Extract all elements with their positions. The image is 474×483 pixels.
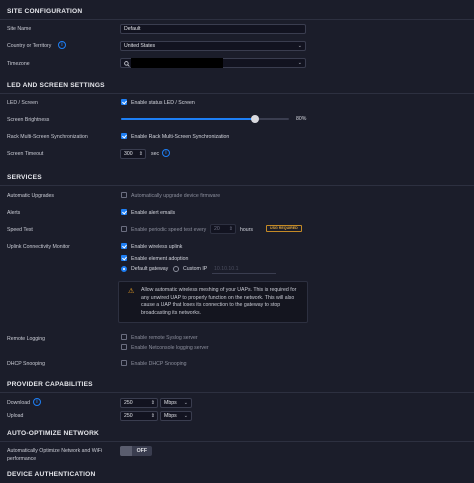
alerts-option-label: Enable alert emails — [131, 210, 176, 216]
stepper-icon[interactable]: ⇕ — [139, 151, 143, 158]
search-icon — [124, 60, 130, 67]
alerts-checkbox[interactable] — [121, 209, 127, 215]
uplink-warning-box: ⚠ Allow automatic wireless meshing of yo… — [118, 281, 308, 323]
automatic-upgrades-checkbox[interactable] — [121, 192, 127, 198]
divider — [0, 93, 474, 94]
screen-timeout-value: 300 — [124, 151, 133, 157]
speed-test-option-label: Enable periodic speed test every — [131, 227, 207, 233]
brightness-value: 80% — [296, 116, 307, 122]
upload-label: Upload — [7, 413, 24, 419]
remote-syslog-option-label: Enable remote Syslog server — [131, 335, 198, 341]
stepper-icon[interactable]: ⇕ — [229, 226, 233, 233]
custom-ip-radio[interactable] — [173, 266, 179, 272]
section-title-led-screen: LED AND SCREEN SETTINGS — [7, 82, 105, 89]
custom-ip-label: Custom IP — [183, 266, 208, 272]
screen-timeout-unit: sec — [151, 151, 160, 157]
led-screen-option-label: Enable status LED / Screen — [131, 100, 195, 106]
uplink-warning-text: Allow automatic wireless meshing of your… — [141, 287, 297, 316]
auto-optimize-label-line2: performance — [7, 456, 37, 462]
redacted-timezone-value — [131, 58, 223, 68]
remote-syslog-checkbox[interactable] — [121, 334, 127, 340]
speed-test-unit: hours — [240, 227, 253, 233]
site-name-value: Default — [124, 26, 141, 32]
download-unit-select[interactable]: Mbps ⌄ — [160, 398, 192, 408]
automatic-upgrades-label: Automatic Upgrades — [7, 193, 54, 199]
upload-unit-select[interactable]: Mbps ⌄ — [160, 411, 192, 421]
stepper-icon[interactable]: ⇕ — [151, 413, 155, 420]
brightness-slider-fill — [121, 118, 256, 120]
usg-required-badge: USG REQUIRED — [266, 225, 302, 232]
screen-timeout-input[interactable]: 300 ⇕ — [120, 149, 146, 159]
download-label: Download — [7, 400, 31, 406]
custom-ip-input[interactable]: 10.10.10.1 — [214, 266, 239, 272]
section-title-auto-optimize: AUTO-OPTIMIZE NETWORK — [7, 430, 99, 437]
wireless-uplink-checkbox[interactable] — [121, 243, 127, 249]
remote-logging-label: Remote Logging — [7, 336, 46, 342]
download-input[interactable]: 250 ⇕ — [120, 398, 158, 408]
toggle-state: OFF — [136, 448, 147, 454]
wireless-uplink-option-label: Enable wireless uplink — [131, 244, 183, 250]
dhcp-snooping-option-label: Enable DHCP Snooping — [131, 361, 187, 367]
toggle-knob — [120, 446, 132, 456]
speed-test-checkbox[interactable] — [121, 226, 127, 232]
chevron-down-icon: ⌄ — [183, 413, 188, 419]
section-title-site-configuration: SITE CONFIGURATION — [7, 8, 83, 15]
rack-sync-option-label: Enable Rack Multi-Screen Synchronization — [131, 134, 230, 140]
stepper-icon[interactable]: ⇕ — [151, 400, 155, 407]
speed-test-label: Speed Test — [7, 227, 33, 233]
section-title-provider-capabilities: PROVIDER CAPABILITIES — [7, 381, 93, 388]
netconsole-checkbox[interactable] — [121, 344, 127, 350]
upload-unit: Mbps — [164, 413, 177, 419]
warning-icon: ⚠ — [128, 288, 135, 295]
uplink-monitor-label: Uplink Connectivity Monitor — [7, 244, 70, 250]
screen-timeout-label: Screen Timeout — [7, 151, 44, 157]
element-adoption-checkbox[interactable] — [121, 255, 127, 261]
screen-brightness-label: Screen Brightness — [7, 117, 50, 123]
dhcp-snooping-label: DHCP Snooping — [7, 361, 45, 367]
download-unit: Mbps — [164, 400, 177, 406]
country-label: Country or Territory — [7, 43, 52, 49]
divider — [0, 19, 474, 20]
download-value: 250 — [124, 400, 133, 406]
info-icon[interactable]: i — [33, 398, 41, 406]
chevron-down-icon: ⌄ — [183, 400, 188, 406]
chevron-down-icon: ⌄ — [297, 43, 302, 49]
upload-value: 250 — [124, 413, 133, 419]
site-name-input[interactable]: Default — [120, 24, 306, 34]
section-title-services: SERVICES — [7, 174, 42, 181]
auto-optimize-toggle[interactable]: OFF — [120, 446, 152, 456]
section-title-device-authentication: DEVICE AUTHENTICATION — [7, 471, 96, 478]
auto-optimize-label: Automatically Optimize Network and WiFi — [7, 448, 103, 454]
speed-test-interval-input[interactable]: 20 ⇕ — [210, 224, 236, 234]
chevron-down-icon: ⌄ — [297, 60, 302, 66]
dhcp-snooping-checkbox[interactable] — [121, 360, 127, 366]
country-select[interactable]: United States ⌄ — [120, 41, 306, 51]
default-gateway-radio[interactable] — [121, 266, 127, 272]
divider — [0, 441, 474, 442]
default-gateway-label: Default gateway — [131, 266, 169, 272]
country-value: United States — [124, 43, 156, 49]
site-name-label: Site Name — [7, 26, 32, 32]
divider — [0, 392, 474, 393]
element-adoption-option-label: Enable element adoption — [131, 256, 189, 262]
info-icon[interactable]: i — [162, 149, 170, 157]
rack-sync-checkbox[interactable] — [121, 133, 127, 139]
custom-ip-underline — [212, 273, 276, 274]
speed-test-interval-value: 20 — [214, 226, 220, 232]
upload-input[interactable]: 250 ⇕ — [120, 411, 158, 421]
led-screen-checkbox[interactable] — [121, 99, 127, 105]
alerts-label: Alerts — [7, 210, 21, 216]
rack-sync-label: Rack Multi-Screen Synchronization — [7, 134, 88, 140]
netconsole-option-label: Enable Netconsole logging server — [131, 345, 209, 351]
brightness-slider-thumb[interactable] — [251, 115, 260, 123]
timezone-label: Timezone — [7, 61, 30, 67]
info-icon[interactable]: i — [58, 41, 66, 49]
divider — [0, 185, 474, 186]
automatic-upgrades-option-label: Automatically upgrade device firmware — [131, 193, 221, 199]
led-screen-label: LED / Screen — [7, 100, 38, 106]
